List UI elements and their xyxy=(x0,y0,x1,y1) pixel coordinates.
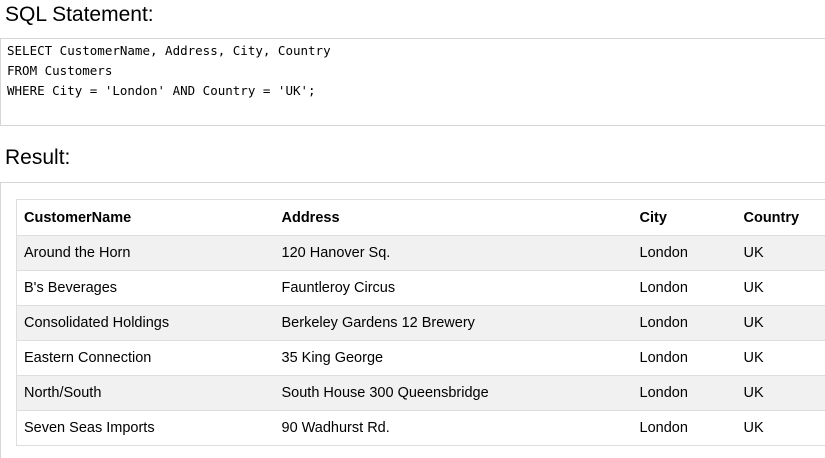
cell-country: UK xyxy=(736,305,825,341)
cell-city: London xyxy=(632,235,737,271)
table-row: Eastern Connection 35 King George London… xyxy=(16,340,825,376)
column-header-country: Country xyxy=(736,199,825,236)
table-header-row: CustomerName Address City Country xyxy=(16,199,825,236)
cell-city: London xyxy=(632,305,737,341)
cell-country: UK xyxy=(736,235,825,271)
table-row: Seven Seas Imports 90 Wadhurst Rd. Londo… xyxy=(16,410,825,446)
cell-city: London xyxy=(632,375,737,411)
page: SQL Statement: SELECT CustomerName, Addr… xyxy=(0,0,825,458)
table-row: Consolidated Holdings Berkeley Gardens 1… xyxy=(16,305,825,341)
cell-customername: Seven Seas Imports xyxy=(16,410,275,446)
sql-line: FROM Customers xyxy=(7,63,113,78)
sql-line: WHERE City = 'London' AND Country = 'UK'… xyxy=(7,83,316,98)
result-heading: Result: xyxy=(5,146,71,169)
cell-country: UK xyxy=(736,270,825,306)
table-row: B's Beverages Fauntleroy Circus London U… xyxy=(16,270,825,306)
cell-country: UK xyxy=(736,340,825,376)
cell-customername: Consolidated Holdings xyxy=(16,305,275,341)
column-header-city: City xyxy=(632,199,737,236)
sql-statement-editor[interactable]: SELECT CustomerName, Address, City, Coun… xyxy=(0,38,825,126)
cell-country: UK xyxy=(736,375,825,411)
cell-country: UK xyxy=(736,410,825,446)
cell-customername: B's Beverages xyxy=(16,270,275,306)
cell-address: Berkeley Gardens 12 Brewery xyxy=(274,305,633,341)
column-header-address: Address xyxy=(274,199,633,236)
result-panel: CustomerName Address City Country Around… xyxy=(0,182,825,458)
cell-customername: North/South xyxy=(16,375,275,411)
cell-address: Fauntleroy Circus xyxy=(274,270,633,306)
cell-city: London xyxy=(632,410,737,446)
cell-address: 120 Hanover Sq. xyxy=(274,235,633,271)
result-table: CustomerName Address City Country Around… xyxy=(16,199,825,446)
sql-statement-heading: SQL Statement: xyxy=(5,3,154,26)
cell-address: South House 300 Queensbridge xyxy=(274,375,633,411)
cell-address: 35 King George xyxy=(274,340,633,376)
cell-city: London xyxy=(632,270,737,306)
table-row: North/South South House 300 Queensbridge… xyxy=(16,375,825,411)
cell-address: 90 Wadhurst Rd. xyxy=(274,410,633,446)
table-row: Around the Horn 120 Hanover Sq. London U… xyxy=(16,235,825,271)
cell-customername: Around the Horn xyxy=(16,235,275,271)
column-header-customername: CustomerName xyxy=(16,199,275,236)
cell-city: London xyxy=(632,340,737,376)
sql-line: SELECT CustomerName, Address, City, Coun… xyxy=(7,43,331,58)
cell-customername: Eastern Connection xyxy=(16,340,275,376)
